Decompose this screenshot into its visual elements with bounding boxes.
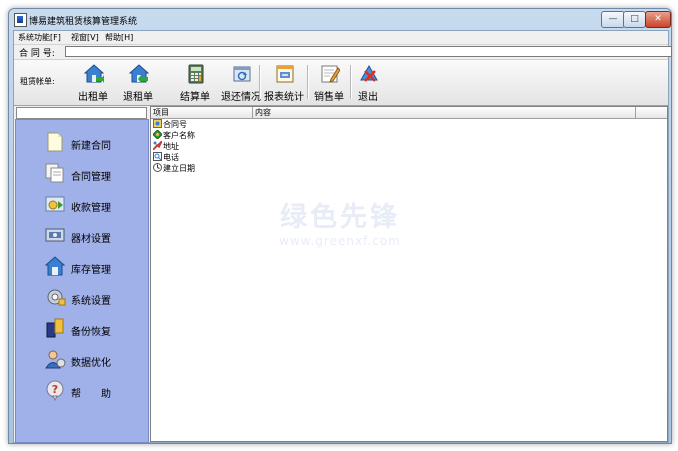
info-grid: 项目 内容 合同号 客户名称 地址 电话 建立日期 <box>150 106 668 442</box>
maximize-button[interactable]: □ <box>623 11 646 28</box>
return-status-icon <box>233 66 251 82</box>
sidebar-item-contract-management[interactable]: 合同管理 <box>44 162 144 186</box>
table-row[interactable]: 建立日期 <box>153 163 195 174</box>
sidebar-item-system-settings[interactable]: 系统设置 <box>44 286 144 310</box>
sidebar-item-label: 新建合同 <box>71 141 111 152</box>
calculator-icon <box>188 64 204 84</box>
phone-icon <box>153 152 162 161</box>
payment-icon <box>45 196 65 212</box>
menu-system[interactable]: 系统功能[F] <box>18 32 61 43</box>
sidebar-item-label: 库存管理 <box>71 265 111 276</box>
exit-label: 退出 <box>358 92 378 103</box>
sidebar-item-optimize[interactable]: 数据优化 <box>44 348 144 372</box>
contract-row: 合 同 号: <box>14 44 672 59</box>
sidebar-item-equipment[interactable]: 器材设置 <box>44 224 144 248</box>
rent-out-label: 出租单 <box>78 92 108 103</box>
sidebar-item-inventory[interactable]: 库存管理 <box>44 255 144 279</box>
sidebar-item-label: 合同管理 <box>71 172 111 183</box>
contract-label: 合 同 号: <box>19 49 55 59</box>
customer-icon <box>153 130 162 139</box>
column-header-item[interactable]: 项目 <box>151 107 253 118</box>
row-item-label: 客户名称 <box>163 131 195 140</box>
exit-icon <box>360 64 378 82</box>
settlement-button[interactable]: 结算单 <box>174 63 216 103</box>
menu-view[interactable]: 视窗[V] <box>71 32 99 43</box>
warehouse-icon <box>44 256 66 276</box>
documents-icon <box>45 163 64 183</box>
row-item-label: 电话 <box>163 153 179 162</box>
optimize-icon <box>45 350 66 369</box>
sidebar-item-label: 收款管理 <box>71 203 111 214</box>
app-icon <box>14 13 27 27</box>
date-icon <box>153 163 162 172</box>
address-icon <box>153 141 162 150</box>
rent-return-button[interactable]: 退租单 <box>117 63 159 103</box>
close-button[interactable]: ✕ <box>645 11 671 28</box>
backup-icon <box>46 318 64 338</box>
help-icon: ? <box>46 380 64 401</box>
table-row[interactable]: 合同号 <box>153 119 187 130</box>
grid-header: 项目 内容 <box>151 107 667 119</box>
client-area: 系统功能[F] 视窗[V] 帮助[H] 合 同 号: 租赁帐单: 出租单 退租单… <box>13 30 672 443</box>
menu-help[interactable]: 帮助[H] <box>105 32 133 43</box>
title-bar[interactable]: 博易建筑租赁核算管理系统 — □ ✕ <box>9 9 671 30</box>
sidebar-item-label: 帮 助 <box>71 389 111 400</box>
house-return-icon <box>129 64 149 83</box>
sidebar: 新建合同 合同管理 收款管理 器材设置 库存管理 系统设置 备份恢复 数据优化 … <box>15 119 149 443</box>
exit-button[interactable]: 退出 <box>347 63 389 103</box>
settlement-label: 结算单 <box>180 92 210 103</box>
report-label: 报表统计 <box>264 92 304 103</box>
sidebar-item-label: 数据优化 <box>71 358 111 369</box>
sidebar-item-label: 系统设置 <box>71 296 111 307</box>
return-status-button[interactable]: 退还情况 <box>220 63 262 103</box>
contract-number-input[interactable] <box>65 46 672 57</box>
rent-out-button[interactable]: 出租单 <box>72 63 114 103</box>
report-icon <box>276 65 294 83</box>
equipment-icon <box>45 228 65 242</box>
svg-text:?: ? <box>52 383 58 396</box>
new-document-icon <box>47 132 63 152</box>
table-row[interactable]: 客户名称 <box>153 130 195 141</box>
row-item-label: 建立日期 <box>163 164 195 173</box>
toolbar-label: 租赁帐单: <box>20 77 55 86</box>
minimize-button[interactable]: — <box>601 11 625 28</box>
rent-return-label: 退租单 <box>123 92 153 103</box>
sidebar-item-payment[interactable]: 收款管理 <box>44 193 144 217</box>
row-item-label: 合同号 <box>163 120 187 129</box>
house-export-icon <box>84 64 104 83</box>
app-window: 博易建筑租赁核算管理系统 — □ ✕ 系统功能[F] 视窗[V] 帮助[H] 合… <box>8 8 672 444</box>
sales-note-icon <box>321 65 340 83</box>
table-row[interactable]: 电话 <box>153 152 179 163</box>
sidebar-item-help[interactable]: ? 帮 助 <box>44 379 144 403</box>
toolbar: 租赁帐单: 出租单 退租单 结算单 退还情况 报表统计 销售单 退出 <box>14 59 668 106</box>
table-row[interactable]: 地址 <box>153 141 179 152</box>
column-header-content[interactable]: 内容 <box>253 107 636 118</box>
row-item-label: 地址 <box>163 142 179 151</box>
sidebar-item-backup[interactable]: 备份恢复 <box>44 317 144 341</box>
sidebar-header <box>16 107 147 119</box>
settings-icon <box>47 289 66 306</box>
report-button[interactable]: 报表统计 <box>263 63 305 103</box>
sidebar-item-label: 器材设置 <box>71 234 111 245</box>
sidebar-item-label: 备份恢复 <box>71 327 111 338</box>
sidebar-item-new-contract[interactable]: 新建合同 <box>44 131 144 155</box>
menu-bar: 系统功能[F] 视窗[V] 帮助[H] <box>14 31 668 44</box>
window-title: 博易建筑租赁核算管理系统 <box>29 17 138 27</box>
column-header-spacer <box>636 107 667 118</box>
contract-icon <box>153 119 162 128</box>
